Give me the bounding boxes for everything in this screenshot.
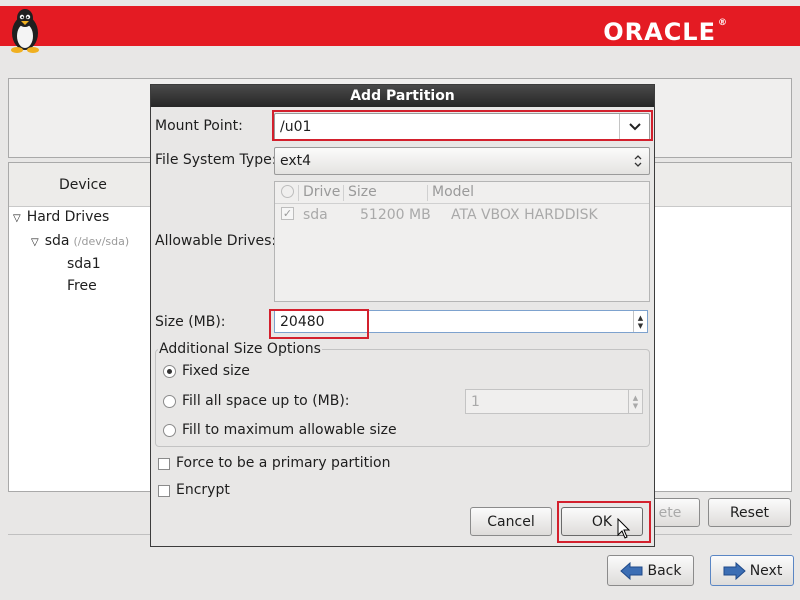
oracle-logo: ORACLE ® (603, 18, 728, 46)
arrow-right-icon (723, 561, 746, 580)
tree-item-sda[interactable]: ▽ sda (/dev/sda) (31, 233, 129, 249)
expander-down-icon[interactable]: ▽ (31, 237, 39, 248)
tree-item-hard-drives[interactable]: ▽ Hard Drives (13, 209, 109, 225)
select-all-icon (281, 185, 294, 198)
spin-arrows-icon: ▲ ▼ (628, 390, 642, 413)
expander-down-icon[interactable]: ▽ (13, 213, 21, 224)
fill-max-label[interactable]: Fill to maximum allowable size (182, 422, 397, 438)
col-size: Size (348, 184, 377, 200)
mount-point-combo[interactable]: /u01 (274, 113, 650, 141)
spin-arrows-icon[interactable]: ▲ ▼ (633, 311, 647, 332)
col-model: Model (432, 184, 475, 200)
radio-fill-max[interactable] (163, 424, 176, 437)
radio-fill-up-to[interactable] (163, 395, 176, 408)
size-options-title: Additional Size Options (158, 341, 322, 357)
col-drive: Drive (303, 184, 341, 200)
size-label: Size (MB): (155, 314, 226, 330)
updown-icon (627, 148, 649, 174)
fixed-size-label[interactable]: Fixed size (182, 363, 250, 379)
cancel-button[interactable]: Cancel (470, 507, 552, 536)
allowable-drives-label: Allowable Drives: (155, 233, 277, 249)
arrow-left-icon (619, 561, 642, 580)
add-partition-dialog: Add Partition Mount Point: /u01 File Sys… (150, 84, 655, 547)
mount-point-label: Mount Point: (155, 118, 243, 134)
tux-penguin-icon (11, 9, 39, 53)
drives-list: Drive Size Model ✓ sda 51200 MB ATA VBOX… (274, 181, 650, 302)
encrypt-checkbox[interactable] (158, 485, 170, 497)
reset-button[interactable]: Reset (708, 498, 791, 527)
fill-up-to-spinbox: 1 ▲ ▼ (465, 389, 643, 414)
mouse-cursor-icon (617, 518, 631, 539)
fs-type-label: File System Type: (155, 152, 277, 168)
next-button[interactable]: Next (710, 555, 794, 586)
oracle-banner: ORACLE ® (0, 6, 800, 46)
encrypt-label[interactable]: Encrypt (176, 482, 230, 498)
chevron-down-icon[interactable] (619, 114, 649, 140)
back-button[interactable]: Back (607, 555, 694, 586)
tree-item-free[interactable]: Free (67, 278, 97, 294)
tree-item-sda1[interactable]: sda1 (67, 256, 101, 272)
radio-fixed-size[interactable] (163, 365, 176, 378)
drives-header: Drive Size Model (275, 182, 649, 204)
dialog-title: Add Partition (151, 85, 654, 107)
size-spinbox[interactable]: 20480 ▲ ▼ (274, 310, 648, 333)
fs-type-select[interactable]: ext4 (274, 147, 650, 175)
drive-checkbox: ✓ (281, 207, 294, 220)
fill-up-to-label[interactable]: Fill all space up to (MB): (182, 393, 350, 409)
primary-checkbox[interactable] (158, 458, 170, 470)
drive-row: ✓ sda 51200 MB ATA VBOX HARDDISK (281, 207, 598, 223)
primary-label[interactable]: Force to be a primary partition (176, 455, 390, 471)
